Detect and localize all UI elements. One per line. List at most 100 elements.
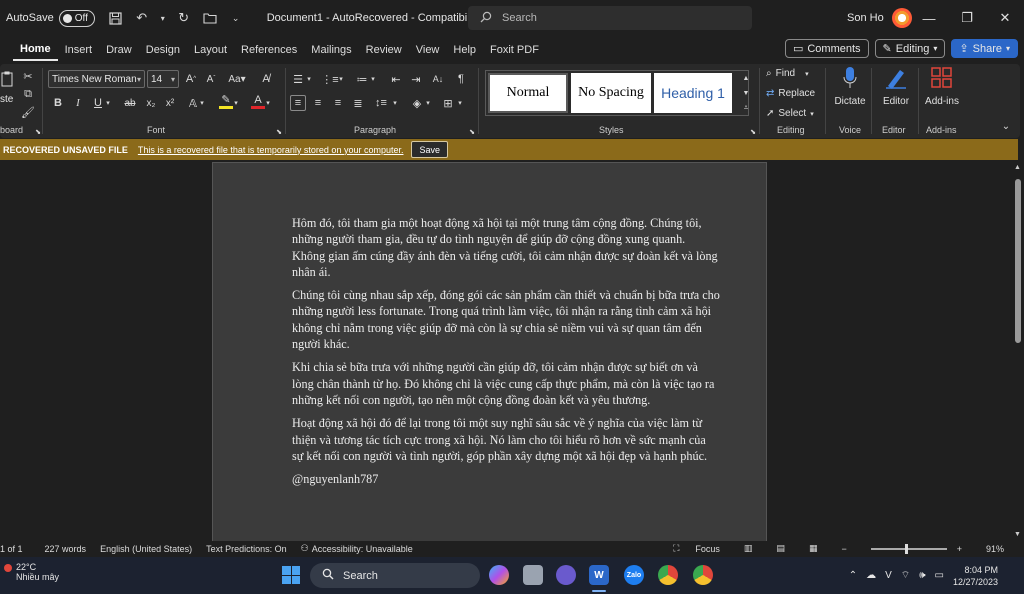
styles-scroll-up-icon[interactable]: ▲ [738, 70, 754, 86]
show-hidden-icons-icon[interactable]: ⌃ [849, 570, 857, 581]
tab-insert[interactable]: Insert [58, 39, 100, 61]
focus-button[interactable]: Focus [695, 544, 720, 554]
vpn-icon[interactable]: V [885, 570, 892, 581]
chevron-down-icon[interactable]: ▾ [104, 95, 112, 111]
share-button[interactable]: ⇪ Share ▾ [951, 39, 1018, 58]
scroll-down-icon[interactable]: ▼ [1014, 531, 1021, 538]
tab-mailings[interactable]: Mailings [304, 39, 358, 61]
style-normal[interactable]: Normal [488, 73, 568, 113]
shading-icon[interactable]: ◈ [409, 95, 425, 111]
line-spacing-icon[interactable]: ↕≡ [373, 95, 389, 111]
superscript-icon[interactable]: x² [162, 95, 178, 111]
teams-app-icon[interactable] [556, 565, 576, 585]
zoom-out-icon[interactable]: − [841, 544, 846, 554]
styles-more-icon[interactable]: ⩡ [738, 100, 754, 116]
weather-widget[interactable]: 22°C Nhiều mây [4, 562, 59, 582]
comments-button[interactable]: ▭ Comments [784, 39, 869, 58]
message-link[interactable]: This is a recovered file that is tempora… [138, 145, 404, 155]
style-heading-1[interactable]: Heading 1 [654, 73, 732, 113]
replace-button[interactable]: ⇄ Replace [766, 88, 815, 99]
tab-view[interactable]: View [409, 39, 447, 61]
chevron-down-icon[interactable]: ▾ [337, 71, 345, 87]
addins-button[interactable]: Add-ins [922, 66, 962, 107]
chevron-down-icon[interactable]: ▾ [232, 95, 240, 111]
change-case-icon[interactable]: Aa▾ [226, 71, 248, 87]
tab-design[interactable]: Design [139, 39, 187, 61]
chevron-down-icon[interactable]: ▾ [456, 95, 464, 111]
paragraph[interactable]: Hoạt động xã hội đó để lại trong tôi một… [292, 415, 720, 464]
decrease-indent-icon[interactable]: ⇤ [388, 71, 404, 87]
scrollbar-thumb[interactable] [1015, 179, 1021, 343]
bold-icon[interactable]: B [50, 95, 66, 111]
justify-icon[interactable]: ≣ [350, 95, 366, 111]
align-right-icon[interactable]: ≡ [330, 95, 346, 111]
accessibility-status[interactable]: Accessibility: Unavailable [312, 544, 413, 554]
tab-help[interactable]: Help [446, 39, 483, 61]
zalo-app-icon[interactable]: Zalo [624, 565, 644, 585]
tab-home[interactable]: Home [13, 39, 58, 61]
start-button[interactable] [282, 566, 300, 584]
file-explorer-app-icon[interactable] [523, 565, 543, 585]
language[interactable]: English (United States) [100, 544, 192, 554]
styles-scroll-down-icon[interactable]: ▼ [738, 85, 754, 101]
font-size-combo[interactable]: 14 ▾ [147, 70, 179, 88]
editor-button[interactable]: Editor [878, 66, 914, 107]
cloud-icon[interactable]: ☁ [866, 570, 876, 581]
clock[interactable]: 8:04 PM 12/27/2023 [953, 564, 998, 588]
text-predictions[interactable]: Text Predictions: On [206, 544, 287, 554]
align-center-icon[interactable]: ≡ [310, 95, 326, 111]
format-painter-icon[interactable]: 🖌 [20, 104, 36, 120]
strikethrough-icon[interactable]: ab [122, 95, 138, 111]
italic-icon[interactable]: I [70, 95, 86, 111]
web-layout-icon[interactable]: ▦ [809, 543, 818, 554]
multilevel-list-icon[interactable]: ≔ [354, 71, 370, 87]
chevron-down-icon[interactable]: ▾ [198, 95, 206, 111]
tab-references[interactable]: References [234, 39, 304, 61]
chevron-down-icon[interactable]: ▾ [369, 71, 377, 87]
zoom-level[interactable]: 91% [986, 544, 1004, 554]
dictate-button[interactable]: Dictate [832, 66, 868, 107]
autosave-toggle[interactable]: Off [58, 9, 95, 27]
save-button[interactable]: Save [411, 141, 448, 158]
chevron-down-icon[interactable]: ▾ [424, 95, 432, 111]
paragraph[interactable]: Hôm đó, tôi tham gia một hoạt động xã hộ… [292, 215, 720, 280]
chrome-profile-app-icon[interactable] [693, 565, 713, 585]
taskbar-search[interactable]: Search [310, 563, 480, 588]
restore-icon[interactable]: ❐ [948, 0, 986, 36]
sort-icon[interactable]: A↓ [430, 71, 446, 87]
redo-icon[interactable]: ↻ [175, 9, 193, 27]
word-app-icon[interactable]: W [589, 565, 609, 585]
zoom-slider-knob[interactable] [904, 543, 908, 554]
word-count[interactable]: 227 words [45, 544, 87, 554]
copy-icon[interactable]: ⧉ [20, 86, 36, 102]
font-name-combo[interactable]: Times New Roman ▾ [48, 70, 145, 88]
paste-label[interactable]: ste [0, 94, 13, 105]
grow-font-icon[interactable]: A ^ [183, 71, 199, 87]
volume-icon[interactable]: 🕪 [919, 570, 925, 581]
document-body[interactable]: Hôm đó, tôi tham gia một hoạt động xã hộ… [292, 215, 720, 494]
user-account[interactable]: Son Ho [847, 8, 912, 28]
paragraph[interactable]: Khi chia sẻ bữa trưa với những người cần… [292, 359, 720, 408]
show-formatting-icon[interactable]: ¶ [453, 71, 469, 87]
undo-icon[interactable]: ↶ [133, 9, 151, 27]
align-left-icon[interactable]: ≡ [290, 95, 306, 111]
chevron-down-icon[interactable]: ▾ [305, 71, 313, 87]
open-folder-icon[interactable] [201, 9, 219, 27]
zoom-slider[interactable] [870, 543, 947, 554]
read-mode-icon[interactable]: ▥ [744, 543, 753, 554]
wifi-icon[interactable]: ⌔ [901, 569, 910, 582]
editing-mode-button[interactable]: ✎ Editing ▾ [874, 39, 946, 58]
tab-review[interactable]: Review [359, 39, 409, 61]
clear-formatting-icon[interactable]: A̸ [258, 71, 274, 87]
save-icon[interactable] [107, 9, 125, 27]
collapse-ribbon-icon[interactable]: ⌄ [998, 118, 1014, 134]
print-layout-icon[interactable]: ▤ [776, 543, 785, 554]
dialog-launcher-icon[interactable]: ⬊ [30, 124, 46, 140]
chrome-app-icon[interactable] [658, 565, 678, 585]
tab-layout[interactable]: Layout [187, 39, 234, 61]
close-icon[interactable]: ✕ [986, 0, 1024, 36]
find-button[interactable]: ⌕ Find ▾ [766, 68, 809, 79]
shrink-font-icon[interactable]: Aˇ [203, 71, 219, 87]
vertical-scrollbar[interactable]: ▲ ▼ [1012, 161, 1024, 541]
borders-icon[interactable]: ⊞ [440, 95, 456, 111]
